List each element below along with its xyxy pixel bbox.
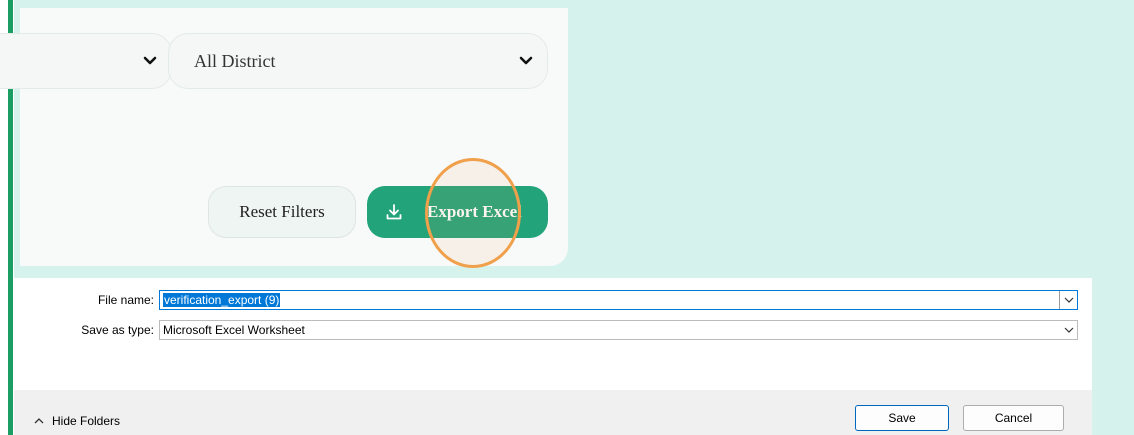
filter-select[interactable] [0,33,172,89]
download-icon [386,204,402,220]
district-select[interactable]: All District [168,33,548,89]
file-name-value: verification_export (9) [163,293,281,307]
chevron-up-icon [34,418,44,424]
file-name-dropdown-button[interactable] [1059,291,1077,309]
chevron-down-icon [519,56,533,65]
cancel-button[interactable]: Cancel [963,405,1064,431]
save-type-dropdown-button[interactable] [1060,321,1077,339]
chevron-down-icon [1064,327,1073,333]
save-as-dialog: File name: verification_export (9) Save … [14,278,1092,435]
chevron-down-icon [1064,297,1073,303]
save-type-select[interactable]: Microsoft Excel Worksheet [159,320,1078,340]
file-name-input[interactable]: verification_export (9) [159,290,1078,310]
save-button[interactable]: Save [855,405,949,431]
hide-folders-button[interactable]: Hide Folders [34,414,120,428]
chevron-down-icon [143,56,157,65]
save-type-value: Microsoft Excel Worksheet [163,323,305,337]
filter-panel: All District Reset Filters Export Excel [0,8,568,268]
district-select-value: All District [194,50,276,71]
save-type-label: Save as type: [81,323,154,337]
hide-folders-label: Hide Folders [52,414,121,428]
click-indicator [425,158,521,268]
file-name-label: File name: [97,293,154,307]
reset-filters-button[interactable]: Reset Filters [208,186,356,238]
